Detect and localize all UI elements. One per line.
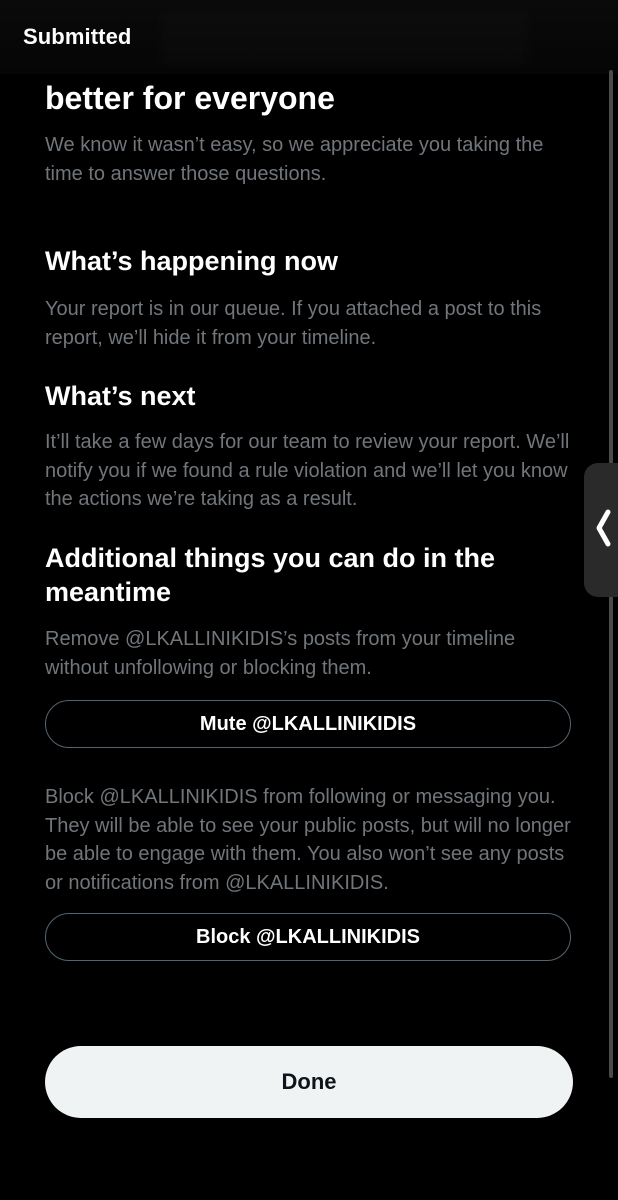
section-heading-additional: Additional things you can do in the mean… xyxy=(45,543,495,607)
chevron-left-icon xyxy=(594,506,614,555)
page-title: Submitted xyxy=(23,24,132,49)
block-user-button[interactable]: Block @LKALLINIKIDIS xyxy=(45,913,571,961)
top-bar: Submitted xyxy=(0,0,618,74)
side-panel-handle[interactable] xyxy=(584,463,618,597)
blurred-header-area xyxy=(160,8,530,68)
mute-user-button[interactable]: Mute @LKALLINIKIDIS xyxy=(45,700,571,748)
block-description: Block @LKALLINIKIDIS from following or m… xyxy=(45,786,571,894)
intro-heading: better for everyone xyxy=(45,80,335,116)
section-body-whats-next: It’ll take a few days for our team to re… xyxy=(45,431,570,510)
section-body-happening-now: Your report is in our queue. If you atta… xyxy=(45,298,542,349)
intro-body: We know it wasn’t easy, so we appreciate… xyxy=(45,134,544,185)
section-heading-happening-now: What’s happening now xyxy=(45,246,338,276)
section-heading-whats-next: What’s next xyxy=(45,381,196,411)
done-button[interactable]: Done xyxy=(45,1046,573,1118)
mute-description: Remove @LKALLINIKIDIS’s posts from your … xyxy=(45,628,516,679)
